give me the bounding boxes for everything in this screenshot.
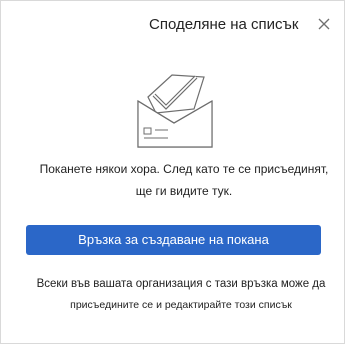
close-icon[interactable] [314, 14, 334, 34]
create-invite-link-button[interactable]: Връзка за създаване на покана [26, 225, 321, 255]
share-list-dialog: Споделяне на списък Поканете някои хора.… [0, 0, 345, 344]
dialog-title: Споделяне на списък [149, 16, 299, 33]
link-permission-note: Всеки във вашата организация с тази връз… [27, 274, 335, 316]
link-permission-note-line1: Всеки във вашата организация с тази връз… [36, 278, 326, 290]
invite-message: Поканете някои хора. След като те се при… [39, 162, 329, 198]
envelope-checkmark-icon [134, 71, 216, 151]
link-permission-note-line2: присъедините се и редактирайте този спис… [70, 299, 292, 311]
